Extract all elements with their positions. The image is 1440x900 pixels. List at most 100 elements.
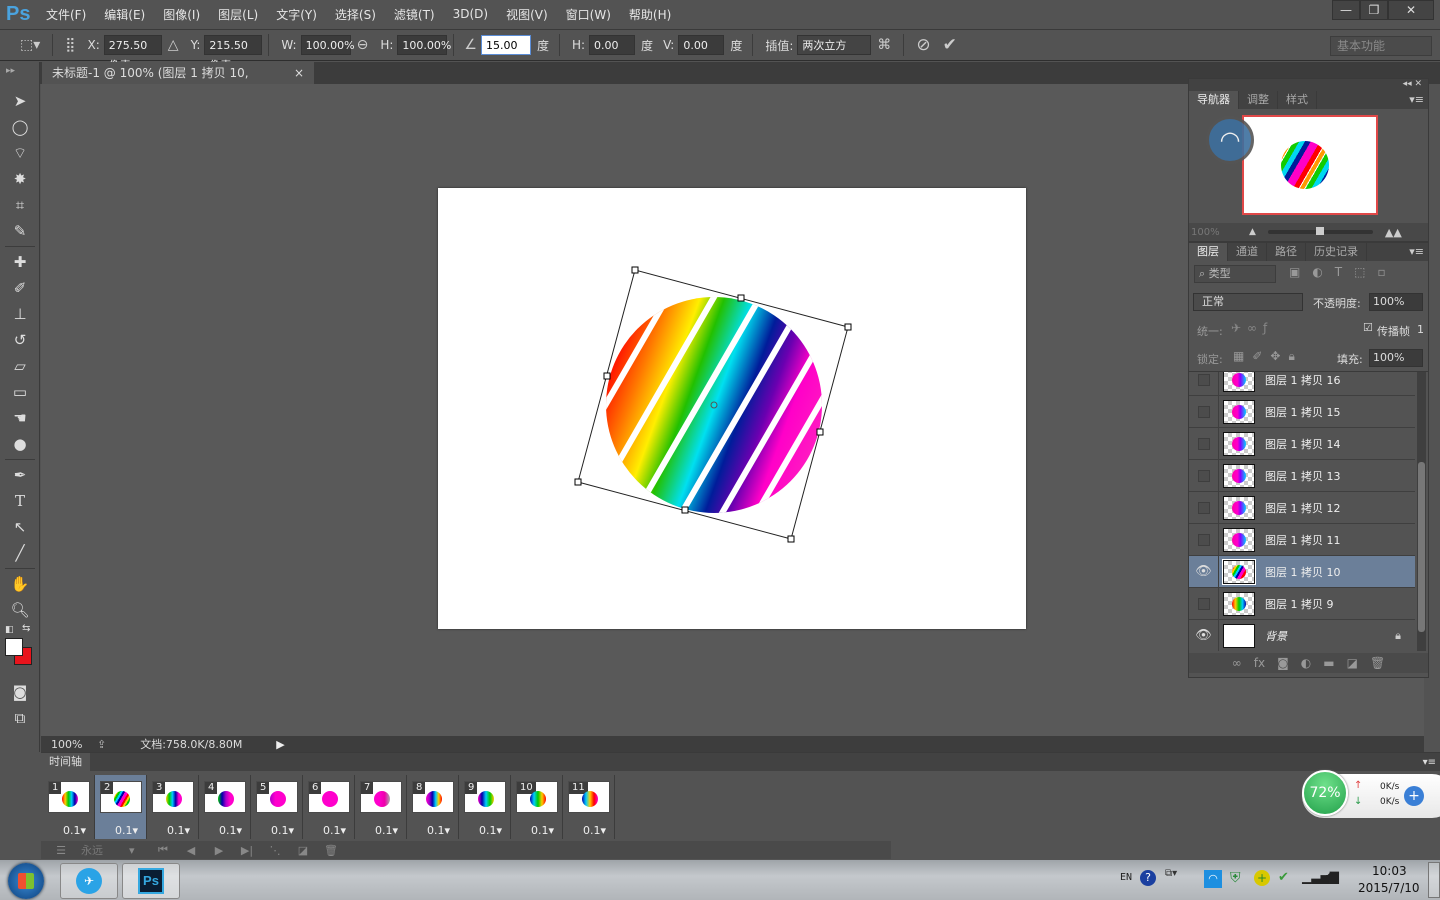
visibility-toggle[interactable] xyxy=(1197,405,1210,418)
visibility-toggle[interactable] xyxy=(1197,437,1210,450)
duplicate-frame-icon[interactable]: ◪ xyxy=(289,844,317,857)
blend-mode-select[interactable]: 正常 xyxy=(1193,293,1303,311)
frame-delay-select[interactable]: 0.1▾ xyxy=(63,824,86,837)
tab-styles[interactable]: 样式 xyxy=(1278,91,1317,109)
security-shield-icon[interactable]: ⛨ xyxy=(1230,870,1241,886)
frame-delay-select[interactable]: 0.1▾ xyxy=(427,824,450,837)
clone-stamp-tool-icon[interactable]: ⊥ xyxy=(0,301,40,327)
new-layer-icon[interactable]: ◪ xyxy=(1347,656,1358,670)
transform-handle[interactable] xyxy=(737,294,745,302)
wifi-tray-icon[interactable]: ◠ xyxy=(1204,870,1222,888)
visibility-toggle[interactable] xyxy=(1197,533,1210,546)
adjustment-layer-icon[interactable]: ◐ xyxy=(1301,656,1311,670)
rainbow-ball-transform[interactable] xyxy=(560,250,880,560)
pen-tool-icon[interactable]: ✒ xyxy=(0,462,40,488)
memory-usage-badge[interactable]: 72% xyxy=(1302,770,1348,816)
document-tab[interactable]: 未标题-1 @ 100% (图层 1 拷贝 10, RGB/8) * × xyxy=(42,62,314,102)
interpolation-select[interactable]: 两次立方 xyxy=(797,35,872,55)
help-icon[interactable]: ? xyxy=(1140,870,1156,886)
workspace-select[interactable]: 基本功能 xyxy=(1330,36,1432,56)
status-menu-arrow-icon[interactable]: ▶ xyxy=(276,738,284,751)
loop-dropdown-icon[interactable]: ▾ xyxy=(129,844,149,857)
security-plus-icon[interactable]: + xyxy=(1254,870,1270,886)
restore-button[interactable]: ❐ xyxy=(1360,0,1388,20)
timeline-options-icon[interactable]: ☰ xyxy=(41,844,81,857)
fill-field[interactable]: 100% xyxy=(1369,349,1423,367)
taskbar-app-photoshop[interactable]: Ps xyxy=(122,863,180,899)
delete-frame-icon[interactable]: 🗑︎ xyxy=(317,844,345,857)
frame-delay-select[interactable]: 0.1▾ xyxy=(583,824,606,837)
menu-edit[interactable]: 编辑(E) xyxy=(104,6,145,23)
frame-delay-select[interactable]: 0.1▾ xyxy=(479,824,502,837)
menu-3d[interactable]: 3D(D) xyxy=(453,7,488,21)
timeline-frame[interactable]: 7 0.1▾ xyxy=(355,775,407,839)
line-tool-icon[interactable]: ╱ xyxy=(0,540,40,566)
relative-position-icon[interactable]: △ xyxy=(168,37,179,53)
layers-scrollbar-thumb[interactable] xyxy=(1418,462,1425,632)
layer-row[interactable]: 图层 1 拷贝 15 xyxy=(1189,395,1415,428)
path-select-tool-icon[interactable]: ↖ xyxy=(0,514,40,540)
layer-style-icon[interactable]: fx xyxy=(1254,656,1265,670)
eraser-tool-icon[interactable]: ▱ xyxy=(0,353,40,379)
swap-colors-icon[interactable]: ⇆ xyxy=(22,623,30,634)
dodge-tool-icon[interactable]: ● xyxy=(0,431,40,457)
tab-history[interactable]: 历史记录 xyxy=(1306,243,1367,261)
layer-filter-icons[interactable]: ▣◐T⬚▫ xyxy=(1289,265,1398,279)
frame-delay-select[interactable]: 0.1▾ xyxy=(219,824,242,837)
menu-view[interactable]: 视图(V) xyxy=(506,6,548,23)
layers-menu-icon[interactable]: ▾≡ xyxy=(1409,243,1428,261)
layers-scrollbar[interactable] xyxy=(1417,372,1426,651)
visibility-toggle[interactable] xyxy=(1197,597,1210,610)
zoom-tool-icon[interactable]: 🔍︎ xyxy=(0,597,40,623)
transform-handle[interactable] xyxy=(574,478,582,486)
brush-tool-icon[interactable]: ✐ xyxy=(0,275,40,301)
minimize-button[interactable]: — xyxy=(1332,0,1360,20)
tab-channels[interactable]: 通道 xyxy=(1228,243,1267,261)
clock-time[interactable]: 10:03 xyxy=(1372,864,1407,878)
height-field[interactable]: 100.00% xyxy=(397,35,451,55)
show-desktop-button[interactable] xyxy=(1428,862,1440,898)
layer-filter-select[interactable]: ⌕ 类型 xyxy=(1194,265,1276,283)
frame-delay-select[interactable]: 0.1▾ xyxy=(323,824,346,837)
visibility-toggle[interactable] xyxy=(1197,469,1210,482)
taskbar-app-browser[interactable]: ✈ xyxy=(60,863,118,899)
screen-mode-icon[interactable]: ⧉ xyxy=(0,705,40,731)
timeline-frame[interactable]: 4 0.1▾ xyxy=(199,775,251,839)
cancel-transform-icon[interactable]: ⊘ xyxy=(916,35,930,55)
tab-navigator[interactable]: 导航器 xyxy=(1189,91,1239,109)
tab-adjustments[interactable]: 调整 xyxy=(1239,91,1278,109)
menu-image[interactable]: 图像(I) xyxy=(163,6,200,23)
frame-delay-select[interactable]: 0.1▾ xyxy=(115,824,138,837)
transform-handle[interactable] xyxy=(681,506,689,514)
frame-delay-select[interactable]: 0.1▾ xyxy=(375,824,398,837)
foreground-color-swatch[interactable] xyxy=(5,638,23,656)
timeline-frame[interactable]: 1 0.1▾ xyxy=(43,775,95,839)
opacity-field[interactable]: 100% xyxy=(1369,293,1423,311)
navigator-zoom-value[interactable]: 100% xyxy=(1189,227,1249,238)
ellipse-marquee-tool-icon[interactable]: ◯ xyxy=(0,114,40,140)
unify-icons[interactable]: ✈∞ƒ xyxy=(1231,321,1273,335)
layer-row[interactable]: 图层 1 拷贝 12 xyxy=(1189,491,1415,524)
export-icon[interactable]: ⇪ xyxy=(97,738,106,751)
gradient-tool-icon[interactable]: ▭ xyxy=(0,379,40,405)
menu-filter[interactable]: 滤镜(T) xyxy=(394,6,435,23)
network-status-icon[interactable]: ✔ xyxy=(1278,870,1289,885)
healing-brush-tool-icon[interactable]: ✚ xyxy=(0,249,40,275)
transform-handle[interactable] xyxy=(631,266,639,274)
timeline-frame[interactable]: 9 0.1▾ xyxy=(459,775,511,839)
timeline-frame[interactable]: 10 0.1▾ xyxy=(511,775,563,839)
warp-icon[interactable]: ⌘ xyxy=(877,37,891,53)
visibility-toggle[interactable] xyxy=(1197,501,1210,514)
polygon-lasso-tool-icon[interactable]: ⌔ xyxy=(0,140,40,166)
tab-paths[interactable]: 路径 xyxy=(1267,243,1306,261)
timeline-frame-selected[interactable]: 2 0.1▾ xyxy=(95,775,147,839)
timeline-frame[interactable]: 6 0.1▾ xyxy=(303,775,355,839)
tab-timeline[interactable]: 时间轴 xyxy=(41,753,90,771)
navigator-preview[interactable] xyxy=(1242,115,1378,215)
clock-date[interactable]: 2015/7/10 xyxy=(1358,881,1420,895)
zoom-in-icon[interactable]: ▲▲ xyxy=(1385,226,1402,239)
propagate-checkbox[interactable]: ☑ xyxy=(1363,321,1373,334)
commit-transform-icon[interactable]: ✔ xyxy=(943,35,957,55)
transform-handle[interactable] xyxy=(816,428,824,436)
layer-row[interactable]: 👁︎ 背景 🔒︎ xyxy=(1189,619,1415,651)
